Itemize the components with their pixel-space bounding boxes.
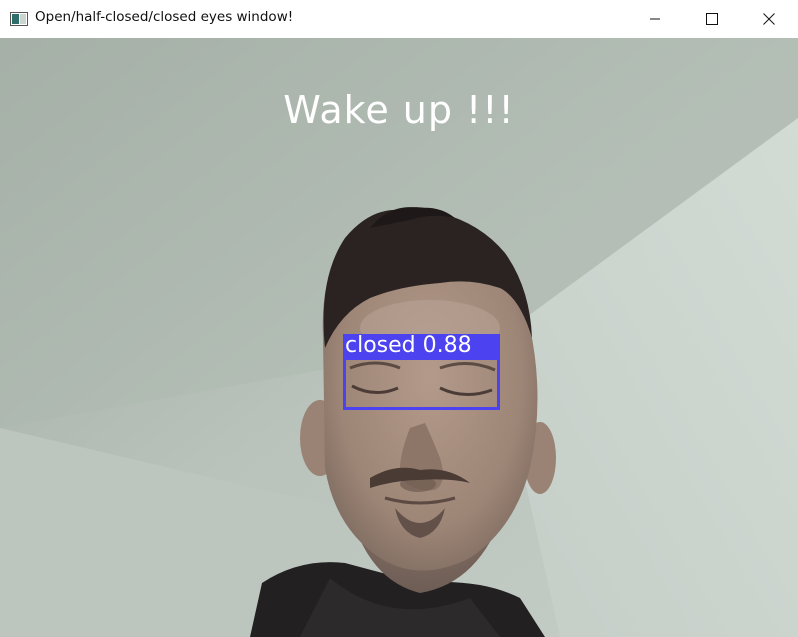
wake-up-warning: Wake up !!! bbox=[283, 88, 515, 132]
window-title: Open/half-closed/closed eyes window! bbox=[35, 9, 294, 25]
minimize-button[interactable] bbox=[626, 0, 684, 38]
eye-detection-box bbox=[343, 357, 500, 410]
minimize-icon bbox=[650, 18, 660, 20]
app-icon[interactable] bbox=[10, 11, 28, 26]
title-bar[interactable]: Open/half-closed/closed eyes window! bbox=[0, 0, 798, 38]
close-button[interactable] bbox=[740, 0, 798, 38]
app-window: Open/half-closed/closed eyes window! Wak… bbox=[0, 0, 798, 637]
close-icon bbox=[763, 13, 775, 25]
detection-label: closed 0.88 bbox=[343, 334, 500, 358]
maximize-button[interactable] bbox=[683, 0, 741, 38]
maximize-icon bbox=[706, 13, 718, 25]
camera-feed: Wake up !!! closed 0.88 bbox=[0, 38, 798, 637]
